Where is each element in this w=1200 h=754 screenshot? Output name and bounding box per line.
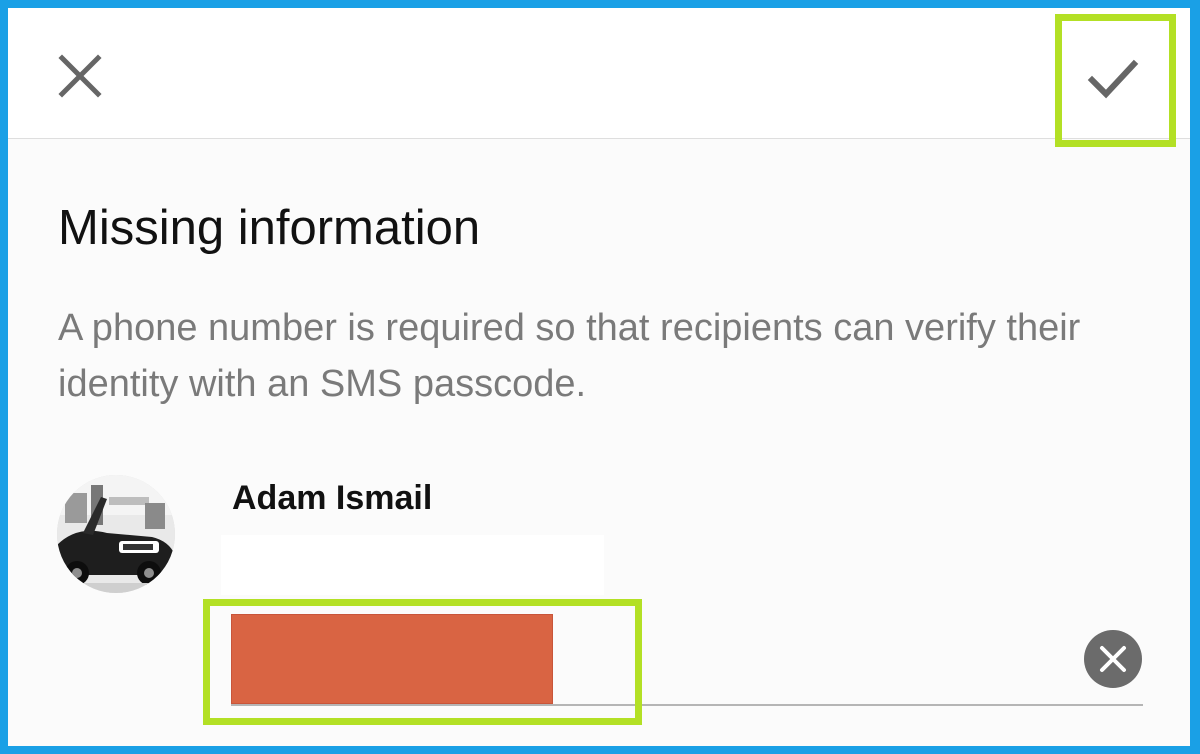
clear-circle-icon	[1100, 646, 1126, 672]
input-underline	[231, 704, 1143, 706]
description-text: A phone number is required so that recip…	[58, 307, 1081, 405]
top-toolbar	[8, 8, 1190, 139]
page-title: Missing information	[58, 201, 481, 255]
recipient-name: Adam Ismail	[232, 479, 433, 517]
confirm-button[interactable]	[1078, 44, 1148, 114]
close-icon	[58, 54, 102, 98]
phone-number-input[interactable]	[231, 614, 553, 704]
clear-button[interactable]	[1084, 630, 1142, 688]
avatar-photo	[57, 475, 175, 593]
modal-frame: Missing information A phone number is re…	[8, 8, 1190, 746]
field-background	[221, 535, 604, 595]
avatar	[57, 475, 175, 593]
checkmark-icon	[1087, 59, 1139, 99]
close-button[interactable]	[50, 48, 110, 108]
